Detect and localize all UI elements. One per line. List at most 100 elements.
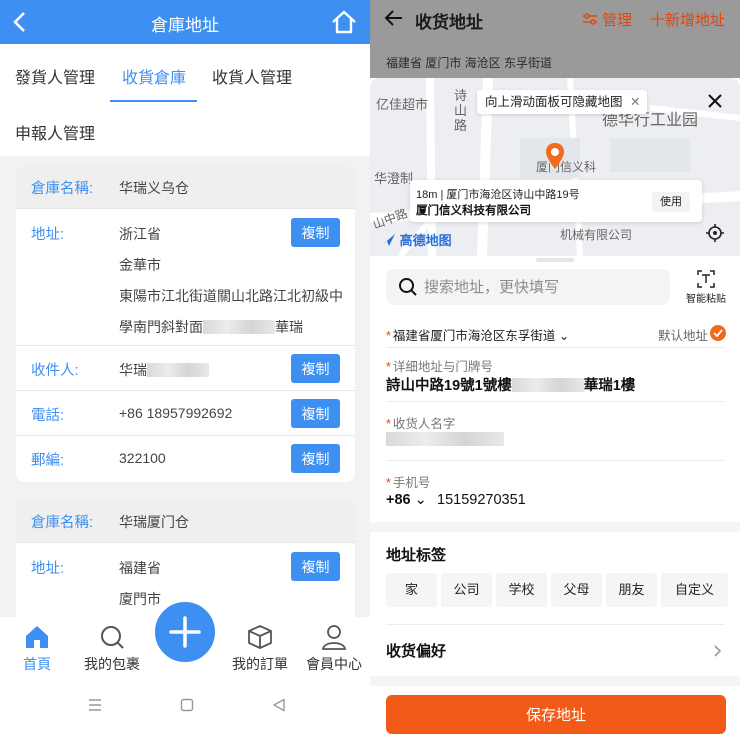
amap-logo: 高德地图 bbox=[380, 230, 452, 249]
detail-address-value[interactable]: 詩山中路19號1號樓 華瑞1樓 bbox=[386, 374, 635, 395]
map-tip: 向上滑动面板可隐藏地图 ✕ bbox=[477, 90, 647, 114]
copy-address-button[interactable]: 複制 bbox=[291, 218, 340, 247]
address-line: 金華市 bbox=[119, 257, 161, 273]
locate-icon[interactable] bbox=[706, 224, 724, 242]
section-separator bbox=[370, 676, 740, 686]
nav-packages[interactable]: 我的包裹 bbox=[80, 617, 144, 674]
address-search bbox=[386, 269, 670, 305]
chevron-down-icon: ⌄ bbox=[555, 329, 570, 343]
map-label: 机械有限公司 bbox=[560, 228, 633, 242]
close-tip-icon[interactable]: ✕ bbox=[630, 90, 640, 114]
save-address-button[interactable]: 保存地址 bbox=[386, 695, 726, 734]
active-tab-underline bbox=[110, 100, 197, 102]
home-icon bbox=[26, 626, 48, 648]
zip-value: 322100 bbox=[119, 450, 166, 466]
redacted-text bbox=[386, 432, 504, 446]
warehouse-name-label: 倉庫名稱: bbox=[31, 515, 94, 531]
suggested-address-line: 18m | 厦门市海沧区诗山中路19号 bbox=[416, 189, 580, 201]
tab-recipient[interactable]: 收貨人管理 bbox=[212, 64, 292, 88]
warehouse-name-value: 华瑞厦门仓 bbox=[119, 514, 189, 530]
phone-value[interactable]: 15159270351 bbox=[437, 492, 526, 508]
suggested-address-name: 厦门信义科技有限公司 bbox=[416, 205, 531, 217]
close-map-icon[interactable] bbox=[706, 92, 724, 110]
tag-parents[interactable]: 父母 bbox=[551, 573, 602, 607]
tab-warehouse[interactable]: 收貨倉庫 bbox=[122, 64, 186, 88]
amap-logo-icon bbox=[381, 234, 395, 246]
location-pin-icon bbox=[546, 143, 564, 169]
nav-label: 首頁 bbox=[23, 656, 51, 672]
warehouse-name-row: 倉庫名稱: 华瑞厦门仓 bbox=[16, 500, 355, 542]
zip-label: 郵編: bbox=[31, 453, 65, 469]
sliders-icon bbox=[583, 13, 597, 25]
page-title: 收货地址 bbox=[415, 13, 483, 32]
home-icon[interactable] bbox=[330, 8, 358, 36]
phone-label: * 手机号 bbox=[386, 476, 431, 490]
add-address-button[interactable]: 十新增地址 bbox=[650, 9, 725, 30]
manage-button[interactable]: 管理 bbox=[582, 9, 632, 30]
address-row: 地址: 浙江省 金華市 東陽市江北街道關山北路江北初級中 學南門斜對面 華瑞 複制 bbox=[16, 208, 355, 345]
system-nav-bar bbox=[0, 690, 370, 720]
back-arrow-icon[interactable] bbox=[384, 8, 404, 28]
menu-icon[interactable] bbox=[88, 698, 102, 712]
phone-value: +86 18957992692 bbox=[119, 405, 233, 421]
region-selector[interactable]: * 福建省厦门市海沧区东孚街道 ⌄ bbox=[386, 325, 569, 344]
warehouse-name-value: 华瑞义乌仓 bbox=[119, 180, 189, 196]
address-line: 學南門斜對面 華瑞 bbox=[119, 319, 303, 335]
triangle-back-icon[interactable] bbox=[272, 698, 286, 712]
nav-label: 我的訂單 bbox=[232, 656, 288, 672]
search-input[interactable] bbox=[424, 269, 664, 305]
recipient-row: 收件人: 华瑞 複制 bbox=[16, 345, 355, 390]
nav-member[interactable]: 會員中心 bbox=[302, 617, 366, 674]
search-icon bbox=[101, 626, 124, 649]
divider bbox=[386, 347, 724, 348]
nav-label: 我的包裹 bbox=[84, 656, 140, 672]
tag-school[interactable]: 学校 bbox=[496, 573, 547, 607]
copy-address-button[interactable]: 複制 bbox=[291, 552, 340, 581]
right-app-screen: 收货地址 管理 十新增地址 福建省 厦门市 海沧区 东孚街道 亿佳超市 诗山路 … bbox=[370, 0, 740, 740]
nav-orders[interactable]: 我的訂單 bbox=[228, 617, 292, 674]
address-label: 地址: bbox=[31, 561, 65, 577]
phone-code-selector[interactable]: +86 ⌄ bbox=[386, 492, 427, 508]
default-checkbox[interactable] bbox=[710, 325, 726, 341]
smart-paste-button[interactable]: 智能粘贴 bbox=[684, 270, 728, 305]
copy-recipient-button[interactable]: 複制 bbox=[291, 354, 340, 383]
recipient-name-label: * 收货人名字 bbox=[386, 417, 456, 431]
tag-custom[interactable]: 自定义 bbox=[661, 573, 728, 607]
drag-handle[interactable] bbox=[536, 258, 574, 262]
tab-declarant[interactable]: 申報人管理 bbox=[15, 120, 95, 144]
dimmed-header-overlay: 收货地址 管理 十新增地址 福建省 厦门市 海沧区 东孚街道 bbox=[370, 0, 740, 78]
warehouse-card: 倉庫名稱: 华瑞义乌仓 地址: 浙江省 金華市 東陽市江北街道關山北路江北初級中… bbox=[16, 166, 355, 482]
redacted-text bbox=[203, 320, 275, 334]
map-label: 华澄制 bbox=[374, 171, 414, 186]
warehouse-name-row: 倉庫名稱: 华瑞义乌仓 bbox=[16, 166, 355, 208]
tab-bar: 發貨人管理 收貨倉庫 收貨人管理 申報人管理 bbox=[0, 44, 370, 156]
chevron-down-icon: ⌄ bbox=[410, 492, 427, 508]
chevron-right-icon[interactable] bbox=[712, 644, 722, 658]
recipient-value: 华瑞 bbox=[119, 360, 209, 380]
divider bbox=[386, 460, 724, 461]
suggested-address-card[interactable]: 18m | 厦门市海沧区诗山中路19号 厦门信义科技有限公司 使用 bbox=[410, 180, 702, 222]
tab-shipper[interactable]: 發貨人管理 bbox=[15, 64, 95, 88]
recipient-name-value[interactable] bbox=[386, 432, 504, 448]
nav-label: 會員中心 bbox=[306, 656, 362, 672]
left-header: 倉庫地址 bbox=[0, 0, 370, 44]
phone-label: 電話: bbox=[31, 408, 65, 424]
divider bbox=[386, 401, 724, 402]
add-fab-button[interactable] bbox=[151, 598, 219, 666]
nav-home[interactable]: 首頁 bbox=[14, 617, 60, 674]
tag-home[interactable]: 家 bbox=[386, 573, 437, 607]
square-icon[interactable] bbox=[180, 698, 194, 712]
detail-address-label: * 详细地址与门牌号 bbox=[386, 360, 493, 374]
search-icon bbox=[399, 278, 417, 296]
tag-company[interactable]: 公司 bbox=[441, 573, 492, 607]
use-address-button[interactable]: 使用 bbox=[652, 192, 690, 212]
tag-friend[interactable]: 朋友 bbox=[606, 573, 657, 607]
delivery-preference[interactable]: 收货偏好 bbox=[386, 640, 446, 661]
zip-row: 郵編: 322100 複制 bbox=[16, 435, 355, 482]
address-line: 東陽市江北街道關山北路江北初級中 bbox=[119, 288, 343, 304]
copy-phone-button[interactable]: 複制 bbox=[291, 399, 340, 428]
map-view[interactable]: 亿佳超市 诗山路 德华行工业园 厦门信义科 华澄制 山中路 机械有限公司 向上滑… bbox=[370, 78, 740, 256]
copy-zip-button[interactable]: 複制 bbox=[291, 444, 340, 473]
redacted-text bbox=[511, 378, 584, 392]
map-label: 亿佳超市 bbox=[376, 97, 429, 112]
